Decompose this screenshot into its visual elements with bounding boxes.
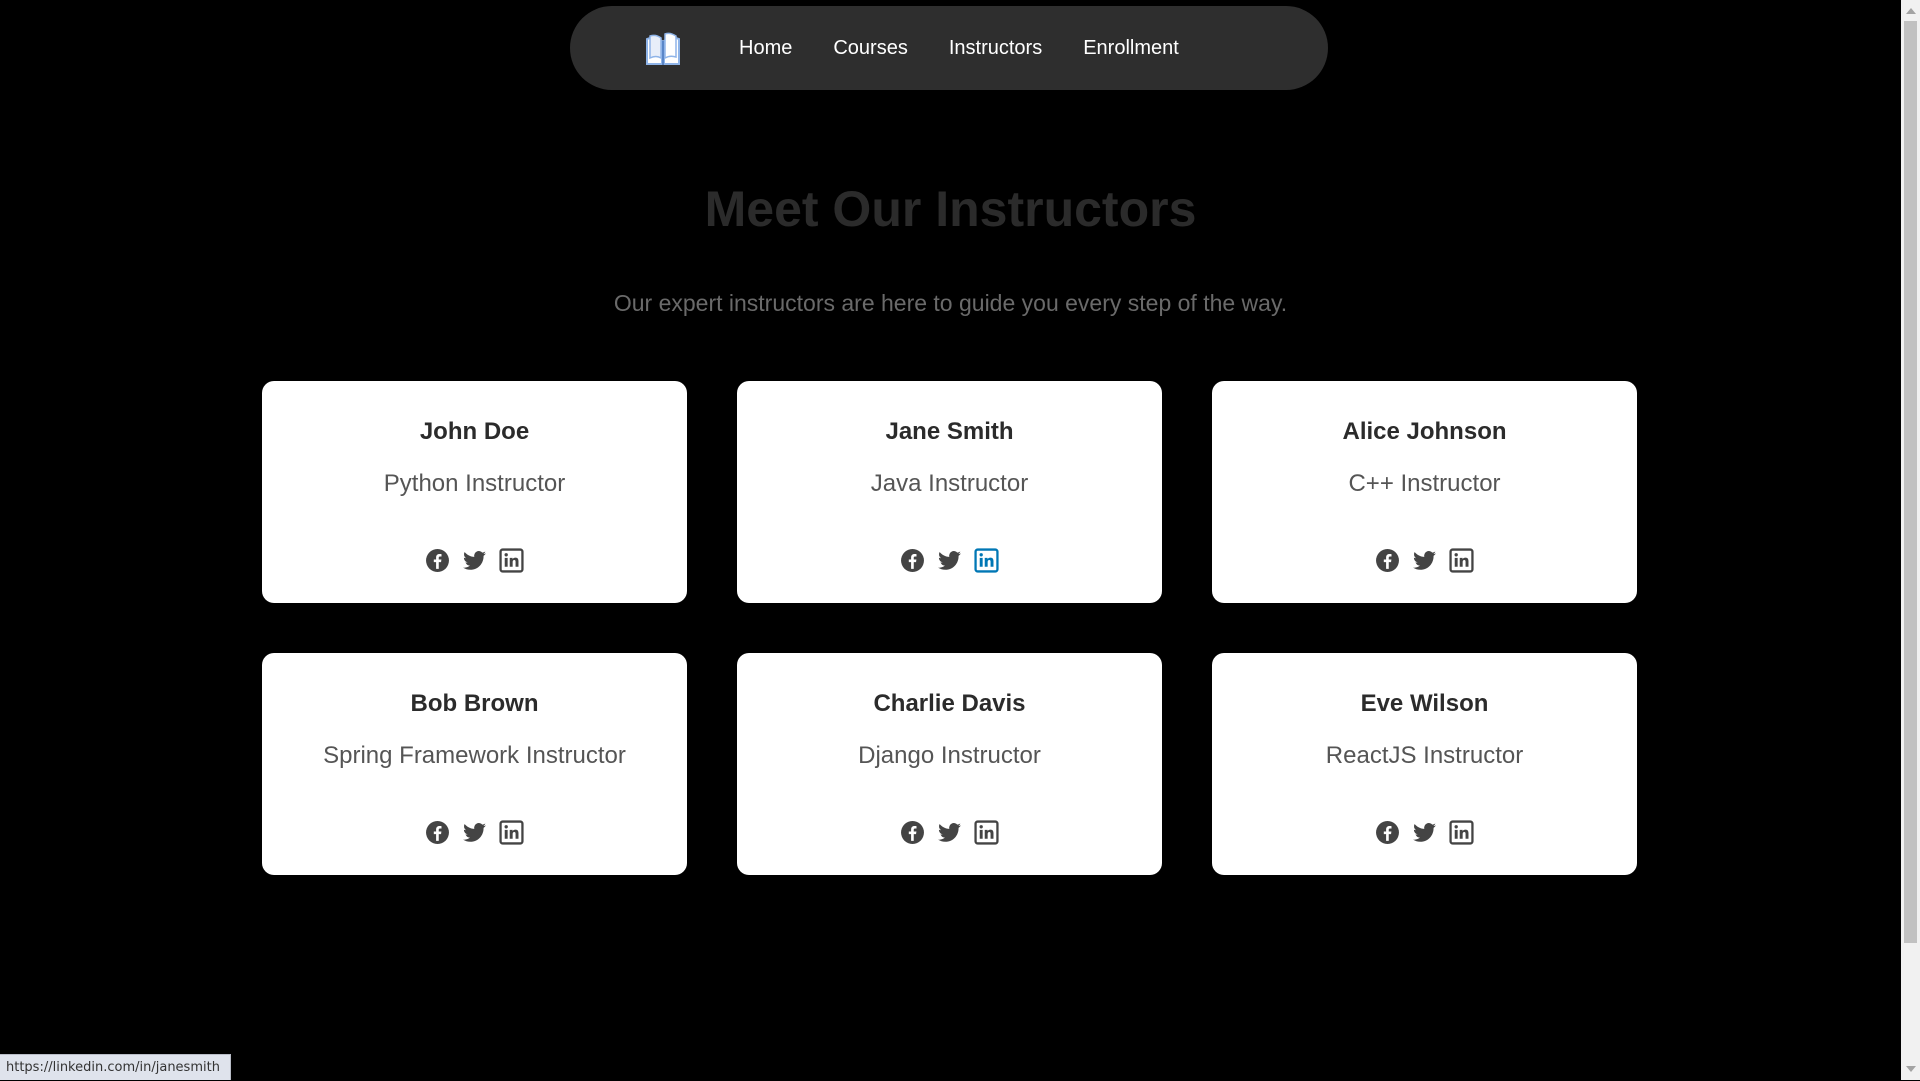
social-links <box>262 820 687 845</box>
instructor-name: Bob Brown <box>410 690 539 717</box>
instructor-role: ReactJS Instructor <box>1325 742 1524 769</box>
instructor-role: Spring Framework Instructor <box>323 742 626 769</box>
twitter-icon[interactable] <box>1412 820 1437 845</box>
instructor-card: Eve Wilson ReactJS Instructor <box>1212 653 1637 875</box>
social-links <box>737 548 1162 573</box>
instructor-name: Charlie Davis <box>873 690 1026 717</box>
scroll-down-icon[interactable] <box>1906 1066 1916 1072</box>
facebook-icon[interactable] <box>1375 548 1400 573</box>
facebook-icon[interactable] <box>900 548 925 573</box>
twitter-icon[interactable] <box>937 820 962 845</box>
scroll-up-icon[interactable] <box>1906 8 1916 14</box>
linkedin-icon[interactable] <box>499 548 524 573</box>
instructor-card: Alice Johnson C++ Instructor <box>1212 381 1637 603</box>
nav-courses[interactable]: Courses <box>833 37 907 60</box>
facebook-icon[interactable] <box>1375 820 1400 845</box>
instructor-name: Jane Smith <box>885 418 1014 445</box>
social-links <box>1212 820 1637 845</box>
linkedin-icon[interactable] <box>499 820 524 845</box>
instructor-card: Jane Smith Java Instructor <box>737 381 1162 603</box>
facebook-icon[interactable] <box>425 548 450 573</box>
nav-links: Home Courses Instructors Enrollment <box>739 6 1220 90</box>
twitter-icon[interactable] <box>1412 548 1437 573</box>
social-links <box>737 820 1162 845</box>
social-links <box>262 548 687 573</box>
instructor-card: Bob Brown Spring Framework Instructor <box>262 653 687 875</box>
linkedin-icon[interactable] <box>974 548 999 573</box>
instructor-role: Django Instructor <box>858 742 1041 769</box>
twitter-icon[interactable] <box>462 820 487 845</box>
nav-enrollment[interactable]: Enrollment <box>1083 37 1179 60</box>
linkedin-icon[interactable] <box>974 820 999 845</box>
page: Home Courses Instructors Enrollment Meet… <box>0 0 1901 1080</box>
instructor-name: John Doe <box>419 418 530 445</box>
facebook-icon[interactable] <box>900 820 925 845</box>
linkedin-icon[interactable] <box>1449 548 1474 573</box>
instructor-card: Charlie Davis Django Instructor <box>737 653 1162 875</box>
instructor-card: John Doe Python Instructor <box>262 381 687 603</box>
instructor-role: C++ Instructor <box>1348 470 1501 497</box>
scroll-thumb[interactable] <box>1904 21 1917 943</box>
instructor-name: Alice Johnson <box>1342 418 1507 445</box>
nav-instructors[interactable]: Instructors <box>949 37 1042 60</box>
twitter-icon[interactable] <box>937 548 962 573</box>
page-title: Meet Our Instructors <box>704 181 1197 237</box>
instructor-name: Eve Wilson <box>1360 690 1489 717</box>
instructor-role: Java Instructor <box>870 470 1029 497</box>
twitter-icon[interactable] <box>462 548 487 573</box>
status-bar-url: https://linkedin.com/in/janesmith <box>0 1054 231 1080</box>
open-book-icon[interactable] <box>644 30 682 68</box>
navbar: Home Courses Instructors Enrollment <box>570 6 1328 90</box>
social-links <box>1212 548 1637 573</box>
linkedin-icon[interactable] <box>1449 820 1474 845</box>
page-subtitle: Our expert instructors are here to guide… <box>613 290 1288 316</box>
facebook-icon[interactable] <box>425 820 450 845</box>
nav-home[interactable]: Home <box>739 37 792 60</box>
instructor-grid: John Doe Python Instructor Jane Smith Java … <box>262 381 1638 875</box>
instructor-role: Python Instructor <box>383 470 566 497</box>
vertical-scrollbar[interactable] <box>1901 0 1920 1080</box>
